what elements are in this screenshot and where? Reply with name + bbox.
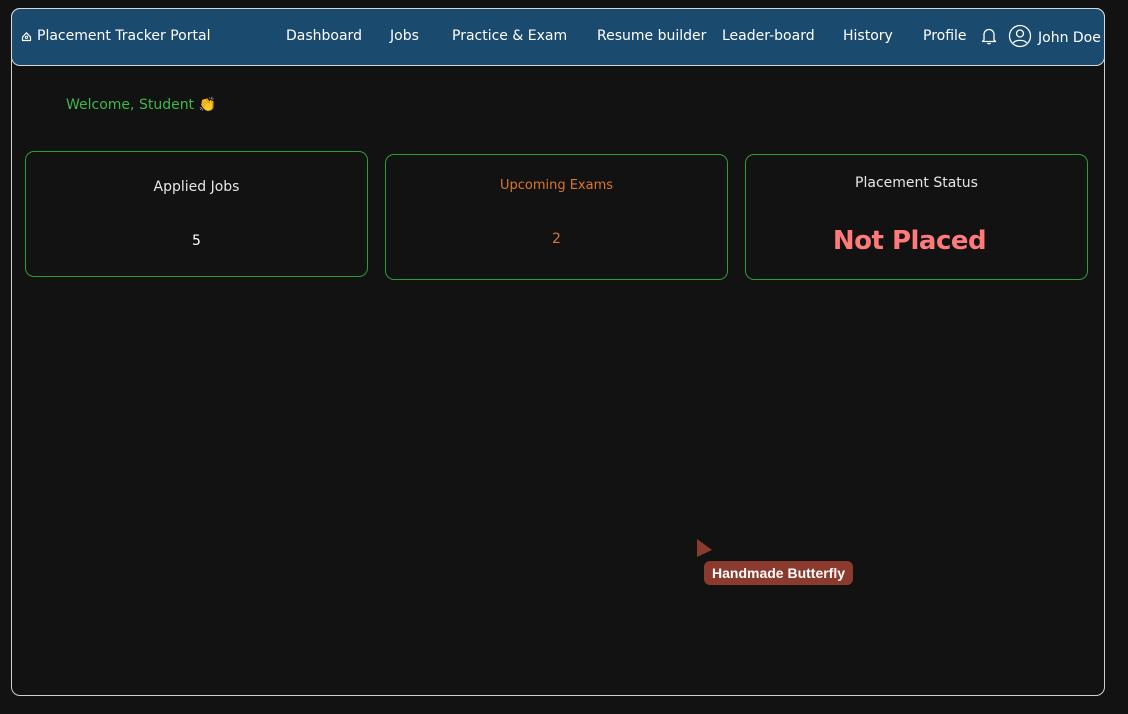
upcoming-exams-card[interactable]: Upcoming Exams 2 xyxy=(385,154,728,280)
nav-leaderboard[interactable]: Leader-board xyxy=(722,28,815,44)
nav-history[interactable]: History xyxy=(843,28,893,44)
user-name: John Doe xyxy=(1038,30,1101,46)
app-title: Placement Tracker Portal xyxy=(37,28,211,44)
brand[interactable]: Placement Tracker Portal xyxy=(21,28,210,44)
bell-icon[interactable] xyxy=(981,27,997,49)
navbar: Placement Tracker Portal Dashboard Jobs … xyxy=(11,8,1105,66)
home-icon xyxy=(21,31,32,42)
user-menu[interactable]: John Doe xyxy=(1008,24,1101,52)
placement-status-card[interactable]: Placement Status Not Placed xyxy=(745,154,1088,280)
nav-profile[interactable]: Profile xyxy=(923,28,967,44)
upcoming-exams-count: 2 xyxy=(552,231,561,247)
user-circle-icon xyxy=(1008,24,1032,52)
welcome-text: Welcome, Student xyxy=(66,97,195,113)
placement-status-value: Not Placed xyxy=(832,226,987,256)
applied-jobs-count: 5 xyxy=(192,233,201,249)
clapping-hands-icon: 👏 xyxy=(198,97,216,113)
nav-resume-builder[interactable]: Resume builder xyxy=(597,28,706,44)
placement-status-title: Placement Status xyxy=(855,175,978,191)
nav-jobs[interactable]: Jobs xyxy=(390,28,419,44)
collaborator-cursor-label: Handmade Butterfly xyxy=(704,561,854,585)
applied-jobs-title: Applied Jobs xyxy=(153,179,240,195)
upcoming-exams-title: Upcoming Exams xyxy=(499,178,614,193)
welcome-message: Welcome, Student 👏 xyxy=(66,97,216,113)
nav-dashboard[interactable]: Dashboard xyxy=(286,28,362,44)
applied-jobs-card[interactable]: Applied Jobs 5 xyxy=(25,151,368,277)
nav-practice-exam[interactable]: Practice & Exam xyxy=(452,28,567,44)
